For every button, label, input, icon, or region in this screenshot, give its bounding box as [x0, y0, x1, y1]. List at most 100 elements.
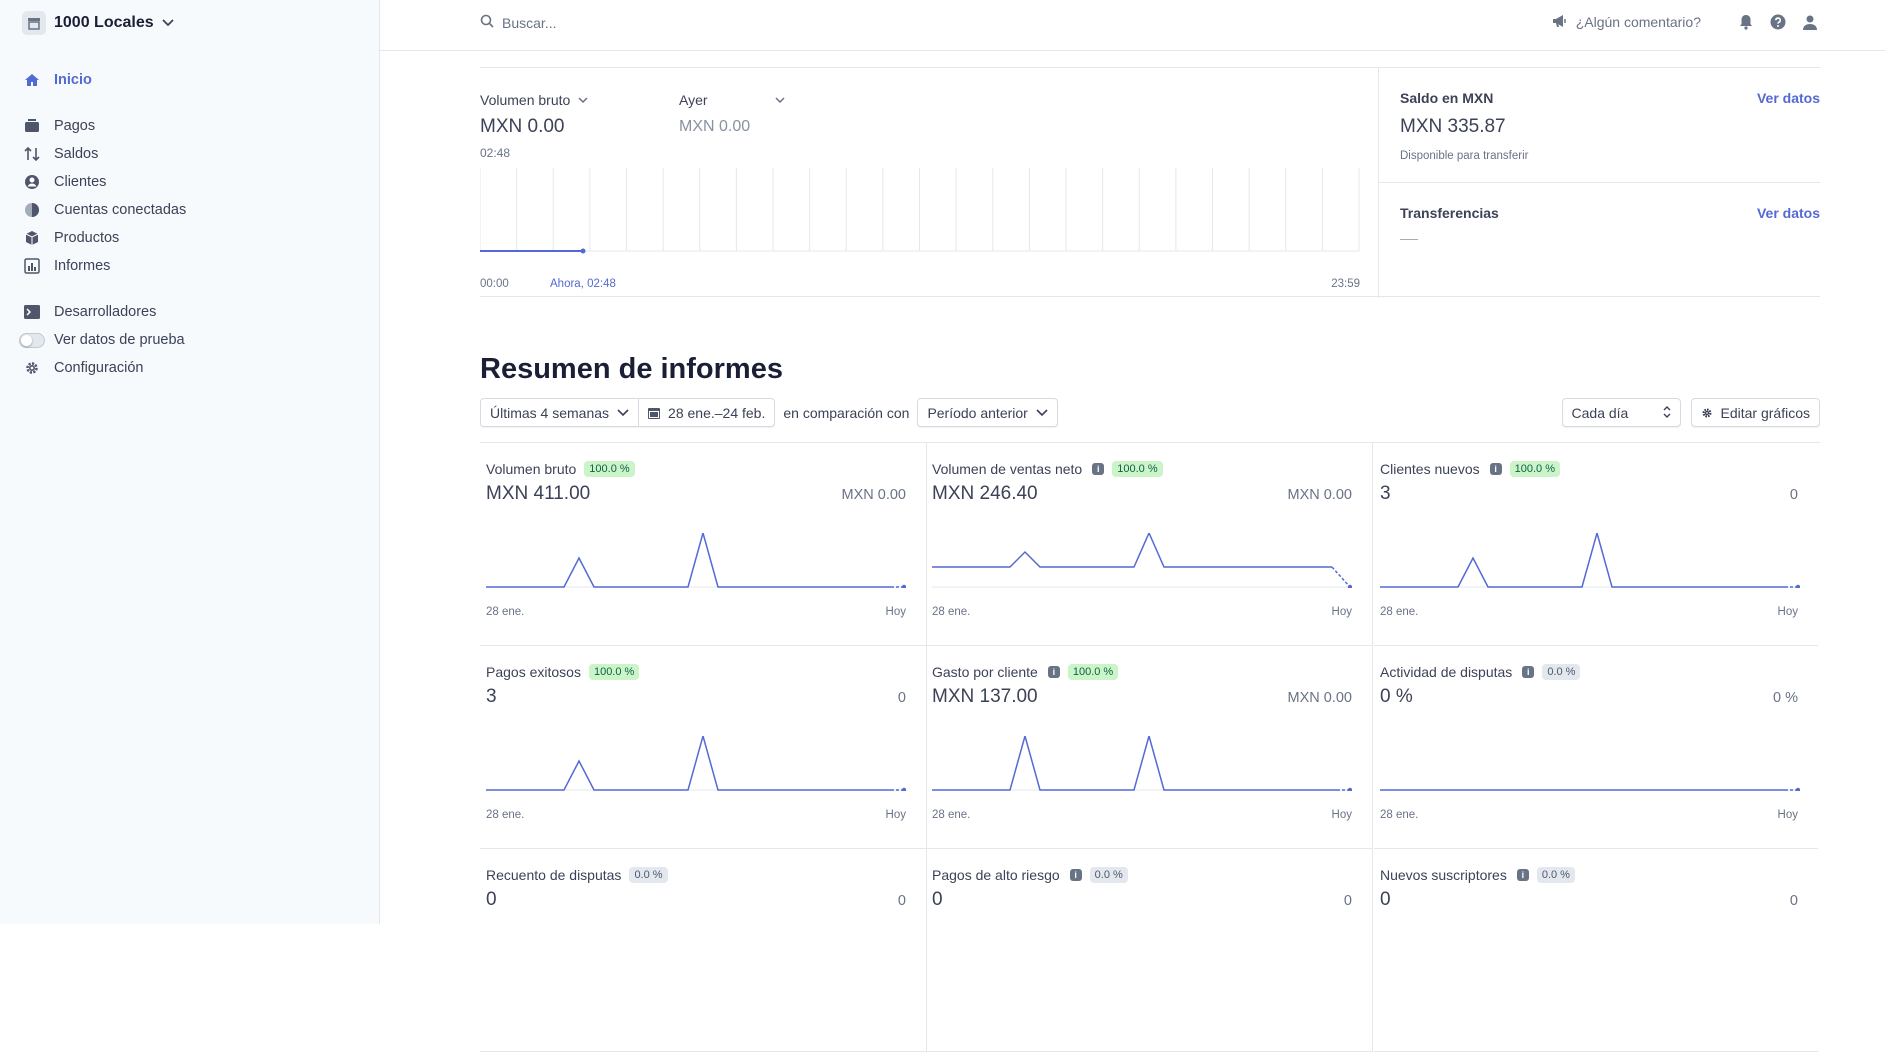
card-title: Nuevos suscriptores i 0.0 %: [1380, 867, 1575, 883]
transfers-title: Transferencias: [1400, 205, 1499, 221]
sidebar-item-label: Desarrolladores: [54, 304, 157, 320]
card-axis-end: Hoy: [1777, 809, 1798, 821]
updown-chevron-icon: [1663, 405, 1671, 421]
empty-dash: [1400, 239, 1418, 240]
sparkline-today-point: [901, 787, 906, 791]
sparkline-today-point: [1347, 584, 1352, 588]
card-value: 3: [1380, 483, 1391, 504]
change-badge: 100.0 %: [588, 664, 640, 680]
card-title-text: Volumen bruto: [486, 461, 577, 477]
customer-icon: [22, 172, 42, 192]
card-title-text: Actividad de disputas: [1380, 664, 1513, 680]
sidebar-item-connected-accounts[interactable]: Cuentas conectadas: [22, 196, 362, 224]
edit-charts-button[interactable]: Editar gráficos: [1690, 398, 1820, 427]
report-card[interactable]: Gasto por cliente i 100.0 % MXN 137.00 MXN 0…: [926, 646, 1373, 849]
card-title-text: Volumen de ventas neto: [932, 461, 1083, 477]
card-sparkline: [932, 533, 1352, 588]
card-title: Gasto por cliente i 100.0 %: [932, 664, 1119, 680]
balance-value: MXN 335.87: [1400, 116, 1506, 137]
balance-subtitle: Disponible para transferir: [1400, 150, 1529, 162]
card-axis-start: 28 ene.: [1380, 606, 1419, 618]
info-icon[interactable]: i: [1516, 869, 1529, 881]
sidebar-item-reports[interactable]: Informes: [22, 252, 362, 280]
sidebar-item-customers[interactable]: Clientes: [22, 168, 362, 196]
report-card[interactable]: Pagos de alto riesgo i 0.0 % 0 0: [926, 849, 1373, 1052]
change-badge: 0.0 %: [1536, 867, 1575, 883]
report-card[interactable]: Clientes nuevos i 100.0 % 3 0 28 ene. Hoy: [1374, 443, 1818, 646]
metric-selector[interactable]: Volumen bruto: [480, 92, 588, 108]
search-input[interactable]: Buscar...: [480, 14, 880, 31]
report-card[interactable]: Volumen de ventas neto i 100.0 % MXN 246.40…: [926, 443, 1373, 646]
payments-icon: [22, 116, 42, 136]
sidebar-item-home[interactable]: Inicio: [22, 66, 362, 94]
report-card[interactable]: Recuento de disputas 0.0 % 0 0: [480, 849, 927, 1052]
sidebar-item-balances[interactable]: Saldos: [22, 140, 362, 168]
reports-grid: Volumen bruto 100.0 % MXN 411.00 MXN 0.00 28…: [480, 442, 1820, 1052]
card-compare-value: MXN 0.00: [841, 487, 906, 503]
help-icon[interactable]: [1769, 13, 1787, 31]
info-icon[interactable]: i: [1489, 463, 1502, 475]
globe-icon: [22, 200, 42, 220]
card-compare-value: 0: [1789, 487, 1798, 503]
card-title: Clientes nuevos i 100.0 %: [1380, 461, 1560, 477]
bell-icon[interactable]: [1737, 13, 1755, 31]
sidebar-item-label: Ver datos de prueba: [54, 332, 185, 348]
compare-selector[interactable]: Ayer: [679, 92, 785, 108]
feedback-button[interactable]: ¿Algún comentario?: [1552, 14, 1701, 31]
card-title-text: Recuento de disputas: [486, 867, 622, 883]
date-range-button[interactable]: 28 ene.–24 feb.: [639, 398, 776, 427]
card-value: MXN 246.40: [932, 483, 1038, 504]
sidebar-item-label: Inicio: [54, 72, 92, 88]
card-sparkline: [486, 736, 906, 791]
sidebar-item-products[interactable]: Productos: [22, 224, 362, 252]
sidebar-item-label: Clientes: [54, 174, 107, 190]
card-value: MXN 137.00: [932, 686, 1038, 707]
sidebar-item-test-data[interactable]: Ver datos de prueba: [19, 326, 362, 354]
card-compare-value: MXN 0.00: [1287, 690, 1352, 706]
card-title: Recuento de disputas 0.0 %: [486, 867, 668, 883]
card-axis-start: 28 ene.: [486, 606, 525, 618]
sidebar-item-label: Informes: [54, 258, 111, 274]
sidebar-item-payments[interactable]: Pagos: [22, 112, 362, 140]
sidebar-item-developers[interactable]: Desarrolladores: [22, 298, 362, 326]
balance-view-link[interactable]: Ver datos: [1757, 90, 1820, 106]
user-icon[interactable]: [1801, 13, 1819, 31]
sparkline-series: [932, 533, 1332, 568]
card-title-text: Gasto por cliente: [932, 664, 1038, 680]
sidebar-item-settings[interactable]: Configuración: [22, 354, 362, 382]
report-card[interactable]: Volumen bruto 100.0 % MXN 411.00 MXN 0.00 28…: [480, 443, 927, 646]
range-select[interactable]: Últimas 4 semanas: [480, 398, 640, 427]
reports-title: Resumen de informes: [480, 353, 783, 385]
info-icon[interactable]: i: [1047, 666, 1060, 678]
compare-period-select[interactable]: Período anterior: [917, 398, 1058, 427]
report-card[interactable]: Nuevos suscriptores i 0.0 % 0 0: [1374, 849, 1818, 1052]
change-badge: 0.0 %: [1542, 664, 1581, 680]
card-value: 0: [1380, 889, 1391, 910]
calendar-icon: [648, 407, 661, 419]
account-switcher[interactable]: 1000 Locales: [22, 10, 174, 36]
sparkline-projection: [1331, 566, 1351, 588]
interval-select[interactable]: Cada día: [1561, 398, 1681, 427]
card-compare-value: 0 %: [1773, 690, 1798, 706]
sparkline-today-point: [1795, 787, 1800, 791]
card-value: 0 %: [1380, 686, 1413, 707]
nav-items: Pagos Saldos Clientes Cuentas conectadas…: [22, 112, 362, 280]
sparkline-series: [932, 736, 1337, 791]
info-icon[interactable]: i: [1092, 463, 1105, 475]
edit-charts-label: Editar gráficos: [1720, 404, 1810, 421]
compare-period-label: Período anterior: [927, 404, 1028, 421]
home-icon: [22, 70, 42, 90]
date-range-label: 28 ene.–24 feb.: [668, 404, 766, 421]
report-card[interactable]: Pagos exitosos 100.0 % 3 0 28 ene. Hoy: [480, 646, 927, 849]
report-card[interactable]: Actividad de disputas i 0.0 % 0 % 0 % 28 ene.…: [1374, 646, 1818, 849]
card-compare-value: MXN 0.00: [1287, 487, 1352, 503]
info-icon[interactable]: i: [1069, 869, 1082, 881]
info-icon[interactable]: i: [1522, 666, 1535, 678]
sidebar: 1000 Locales Inicio Pagos Saldos Cliente…: [0, 0, 380, 924]
metric-time: 02:48: [480, 146, 511, 160]
megaphone-icon: [1552, 14, 1568, 31]
change-badge: 0.0 %: [1089, 867, 1128, 883]
transfers-view-link[interactable]: Ver datos: [1757, 205, 1820, 221]
test-data-toggle[interactable]: [19, 332, 45, 348]
card-sparkline: [1380, 787, 1800, 791]
